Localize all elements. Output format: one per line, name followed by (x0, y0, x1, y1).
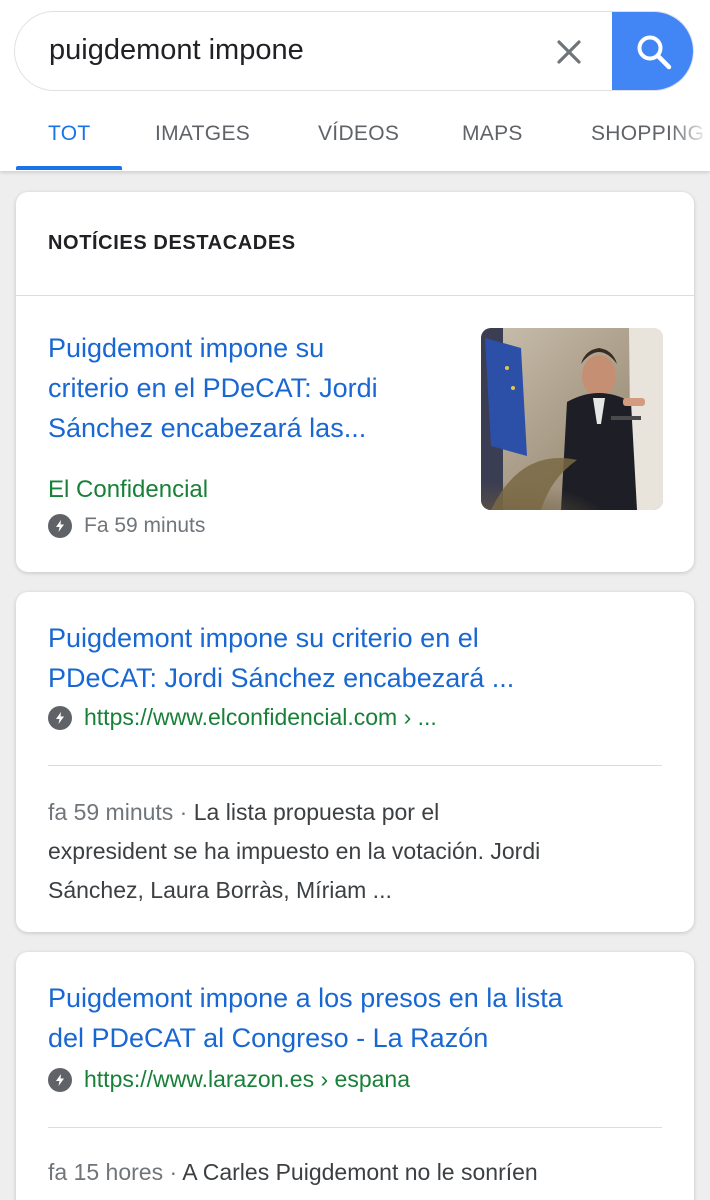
result-title[interactable]: Puigdemont impone a los presos en la lis… (48, 978, 688, 1058)
snippet-time: fa 59 minuts (48, 799, 174, 825)
top-story-source: El Confidencial (48, 476, 209, 503)
close-icon (557, 40, 581, 64)
result-url-text: https://www.larazon.es › espana (84, 1066, 410, 1092)
title-line: Sánchez encabezará las... (48, 413, 367, 443)
top-stories-header: NOTÍCIES DESTACADES (16, 192, 694, 296)
result-url[interactable]: https://www.larazon.es › espana (48, 1066, 410, 1093)
top-stories-card: NOTÍCIES DESTACADES Puigdemont impone su… (16, 192, 694, 572)
result-snippet: fa 15 hores · A Carles Puigdemont no le … (48, 1153, 688, 1192)
result-divider (48, 1127, 662, 1128)
snippet-line: expresident se ha impuesto en la votació… (48, 838, 541, 864)
snippet-separator: · (163, 1159, 183, 1185)
top-story-title[interactable]: Puigdemont impone su criterio en el PDeC… (48, 328, 458, 448)
active-tab-indicator (16, 166, 122, 170)
result-divider (48, 765, 662, 766)
top-story-thumbnail[interactable] (481, 328, 663, 510)
clear-button[interactable] (547, 30, 591, 74)
title-line: criterio en el PDeCAT: Jordi (48, 373, 378, 403)
snippet-line: fa 59 minuts · La lista propuesta por el (48, 793, 678, 832)
title-line: PDeCAT: Jordi Sánchez encabezará ... (48, 663, 515, 693)
tab-videos[interactable]: VÍDEOS (318, 122, 399, 146)
snippet-line: fa 15 hores · A Carles Puigdemont no le … (48, 1153, 688, 1192)
amp-lightning-icon (48, 705, 72, 730)
top-stories-heading: NOTÍCIES DESTACADES (48, 232, 296, 254)
result-url-text: https://www.elconfidencial.com › ... (84, 704, 437, 730)
snippet-line: Sánchez, Laura Borràs, Míriam ... (48, 877, 392, 903)
result-snippet: fa 59 minuts · La lista propuesta por el… (48, 793, 678, 910)
news-photo-image (481, 328, 663, 510)
search-icon (637, 35, 671, 70)
result-url[interactable]: https://www.elconfidencial.com › ... (48, 704, 437, 731)
tab-maps[interactable]: MAPS (462, 122, 523, 146)
title-line: Puigdemont impone su criterio en el (48, 623, 479, 653)
search-bar: puigdemont impone (14, 11, 694, 91)
top-story-time: Fa 59 minuts (84, 514, 206, 537)
result-title[interactable]: Puigdemont impone su criterio en el PDeC… (48, 618, 668, 698)
title-line: del PDeCAT al Congreso - La Razón (48, 1023, 489, 1053)
search-button[interactable] (612, 12, 693, 90)
tab-images[interactable]: IMATGES (155, 122, 250, 146)
amp-lightning-icon (48, 1067, 72, 1092)
snippet-separator: · (173, 799, 194, 825)
search-header: puigdemont impone TOT IMATGES VÍDEOS MAP… (0, 0, 710, 171)
search-input[interactable]: puigdemont impone (49, 34, 304, 67)
title-line: Puigdemont impone su (48, 333, 325, 363)
snippet-text: La lista propuesta por el (193, 799, 440, 825)
amp-lightning-icon (48, 514, 72, 538)
tabs-fade-overlay (670, 104, 710, 171)
search-result-card: Puigdemont impone su criterio en el PDeC… (16, 592, 694, 932)
snippet-text: A Carles Puigdemont no le sonríen (182, 1159, 538, 1185)
title-line: Puigdemont impone a los presos en la lis… (48, 983, 563, 1013)
tab-all[interactable]: TOT (48, 122, 91, 146)
search-tabs: TOT IMATGES VÍDEOS MAPS SHOPPING (0, 104, 710, 171)
snippet-time: fa 15 hores (48, 1159, 164, 1185)
search-result-card: Puigdemont impone a los presos en la lis… (16, 952, 694, 1200)
top-story-meta: Fa 59 minuts (48, 514, 205, 538)
